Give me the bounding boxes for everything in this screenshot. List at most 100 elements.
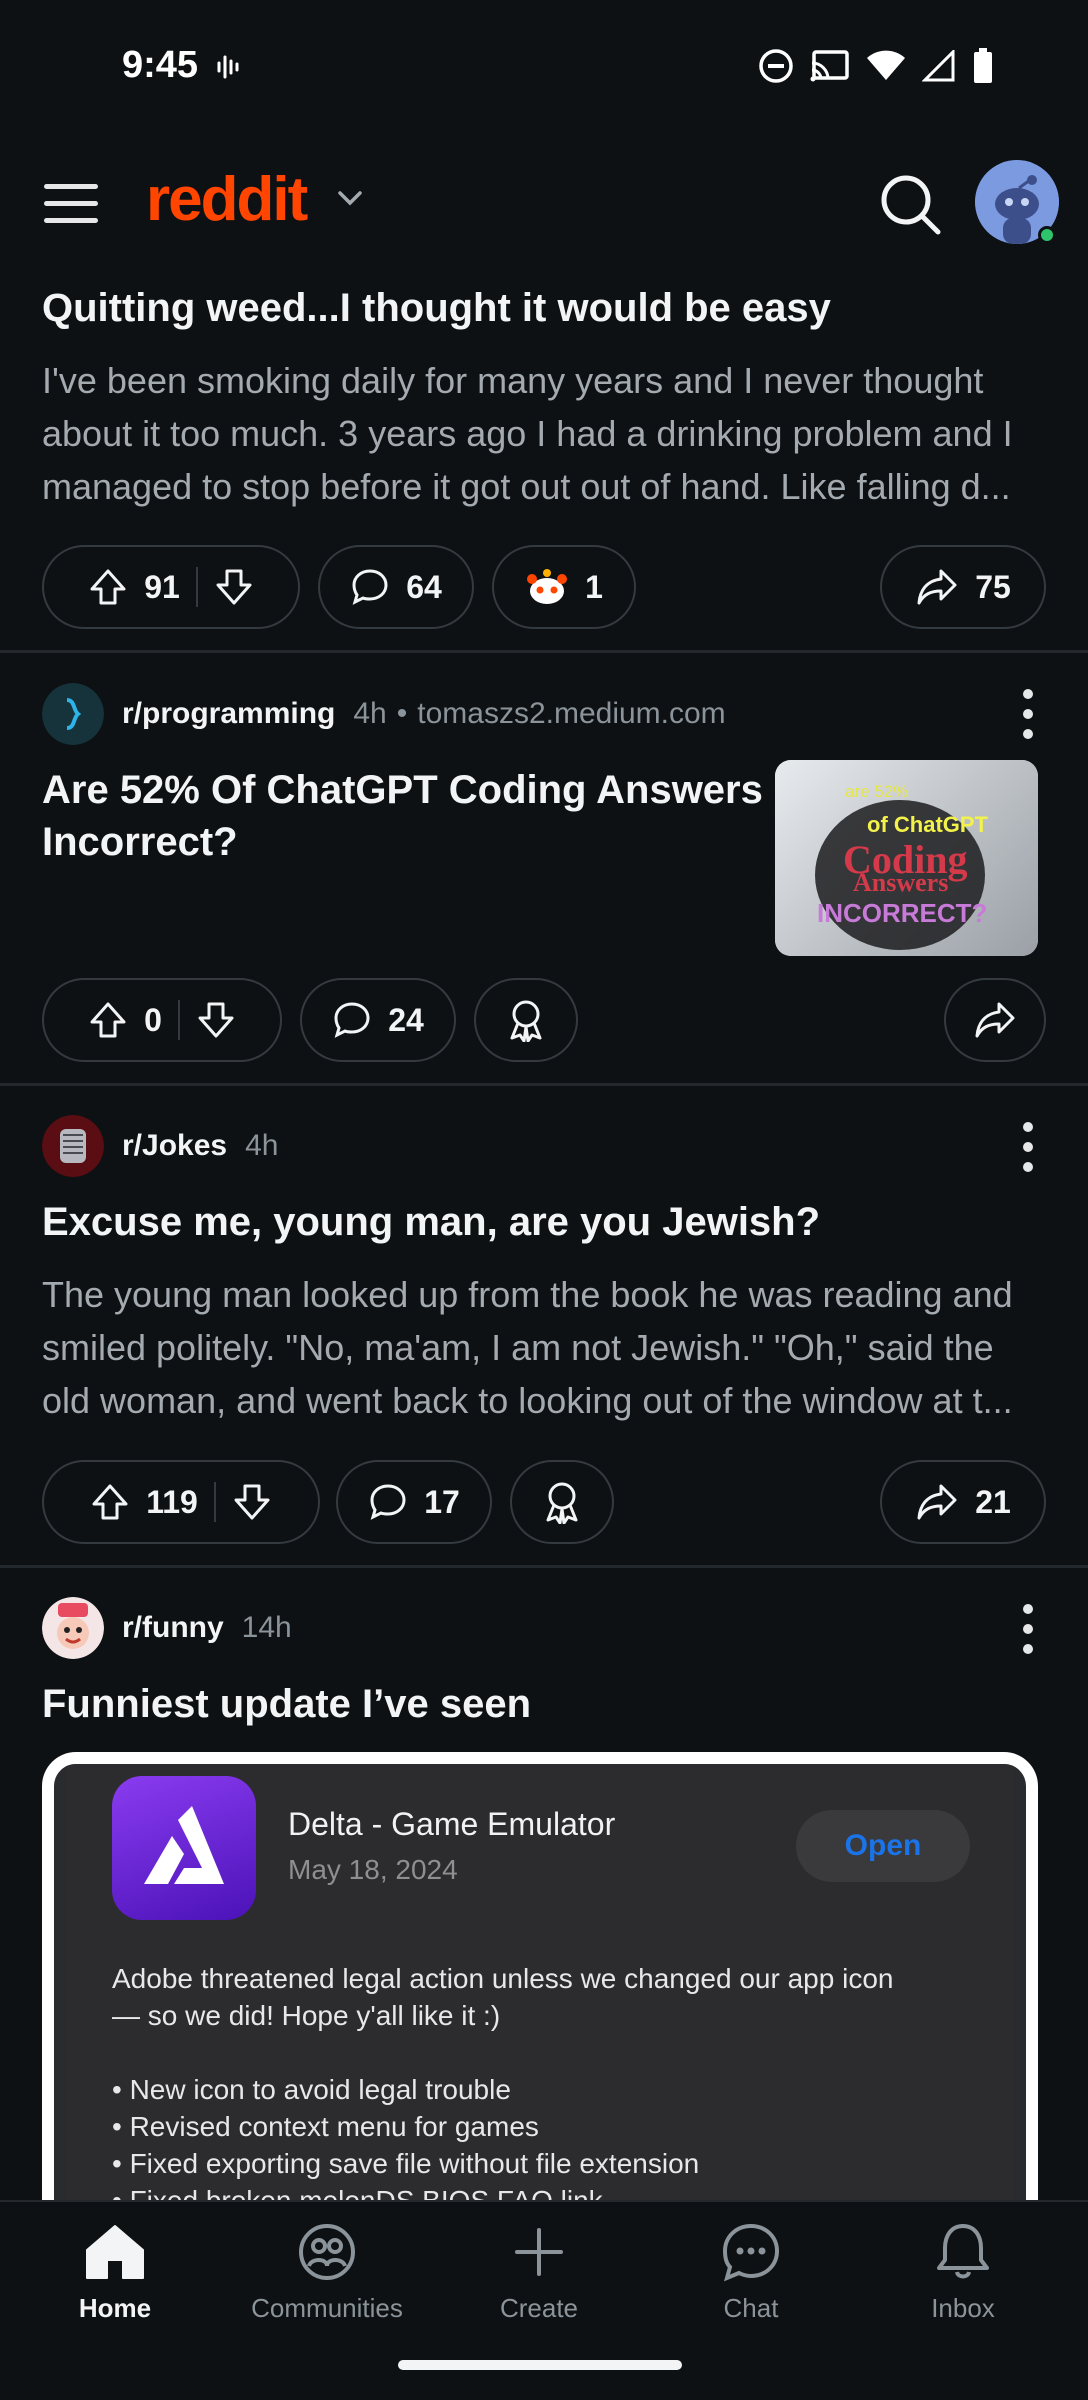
post-body-line: I've been smoking daily for many years a… [42, 360, 984, 401]
post-thumbnail[interactable]: are 52% of ChatGPT Coding Answers INCORR… [775, 760, 1038, 956]
more-options-icon[interactable] [1020, 1604, 1036, 1654]
update-bullet: • Fixed exporting save file without file… [112, 2148, 700, 2179]
status-time: 9:45 [122, 44, 199, 86]
status-bar: 9:45 [0, 0, 1088, 130]
award-count: 1 [585, 568, 603, 605]
chevron-down-icon[interactable] [336, 184, 364, 212]
nav-inbox[interactable]: Inbox [868, 2222, 1058, 2324]
app-name: Delta - Game Emulator [288, 1806, 616, 1842]
programming-subreddit-icon [42, 683, 104, 745]
post-meta: r/programming 4h • tomaszs2.medium.com [42, 682, 726, 746]
upvote-icon[interactable] [90, 1482, 130, 1522]
post-divider [0, 650, 1088, 653]
share-icon [917, 569, 957, 605]
downvote-icon[interactable] [232, 1482, 272, 1522]
post-body-line: managed to stop before it got out out of… [42, 466, 1011, 507]
post-body-line: The young man looked up from the book he… [42, 1274, 1013, 1315]
update-notes-line: Adobe threatened legal action unless we … [112, 1963, 894, 1994]
post-body[interactable]: The young man looked up from the book he… [42, 1268, 1042, 1427]
downvote-icon[interactable] [214, 567, 254, 607]
comment-count: 17 [424, 1483, 460, 1520]
share-button[interactable]: 75 [880, 545, 1046, 629]
share-icon [975, 1002, 1015, 1038]
subreddit-icon[interactable] [42, 1115, 104, 1177]
post-time: 4h [245, 1129, 279, 1162]
app-header: reddit [0, 150, 1088, 260]
nav-label: Inbox [931, 2293, 995, 2323]
chat-icon [722, 2223, 780, 2282]
upvote-count: 91 [144, 568, 180, 605]
post-actions: 119 17 21 [42, 1460, 1046, 1544]
search-icon[interactable] [876, 170, 946, 240]
nav-label: Home [78, 2293, 152, 2323]
subreddit-name[interactable]: r/programming [122, 697, 335, 731]
update-bullet: • New icon to avoid legal trouble [112, 2074, 511, 2105]
thumb-text-line: of ChatGPT [867, 812, 988, 837]
award-button[interactable] [510, 1460, 614, 1544]
thumb-text-line: INCORRECT? [817, 898, 988, 928]
comment-icon [334, 1002, 370, 1038]
award-icon [546, 1482, 578, 1524]
comments-button[interactable]: 24 [300, 978, 456, 1062]
meta-separator: • [396, 697, 408, 730]
post-actions: 0 24 [42, 978, 1046, 1062]
open-button[interactable]: Open [796, 1810, 970, 1882]
upvote-icon[interactable] [88, 567, 128, 607]
award-button[interactable] [474, 978, 578, 1062]
update-notes: Adobe threatened legal action unless we … [112, 1960, 992, 2219]
downvote-icon[interactable] [196, 1000, 236, 1040]
more-options-icon[interactable] [1020, 689, 1036, 739]
communities-icon [299, 2224, 355, 2280]
post-body-line: old woman, and went back to looking out … [42, 1380, 1013, 1421]
update-bullet: • Revised context menu for games [112, 2111, 539, 2142]
bell-icon [937, 2224, 989, 2279]
voice-activity-icon [217, 55, 239, 79]
battery-icon [974, 48, 992, 83]
share-button[interactable] [944, 978, 1046, 1062]
post-body[interactable]: I've been smoking daily for many years a… [42, 354, 1042, 513]
reddit-logo[interactable]: reddit [146, 164, 308, 235]
comments-button[interactable]: 64 [318, 545, 474, 629]
nav-label: Communities [251, 2293, 403, 2323]
home-indicator[interactable] [398, 2360, 682, 2370]
award-snoo-icon [527, 569, 568, 604]
home-icon [86, 2225, 144, 2279]
nav-create[interactable]: Create [444, 2222, 634, 2324]
thumb-text-line: are 52% [845, 782, 909, 801]
nav-home[interactable]: Home [20, 2222, 210, 2324]
post-actions: 91 64 1 75 [42, 545, 1046, 629]
vote-control: 119 [42, 1460, 320, 1544]
upvote-icon[interactable] [88, 1000, 128, 1040]
more-options-icon[interactable] [1020, 1122, 1036, 1172]
post-title[interactable]: Quitting weed...I thought it would be ea… [42, 282, 831, 334]
post-divider [0, 1083, 1088, 1086]
vote-control: 91 [42, 545, 300, 629]
subreddit-name[interactable]: r/funny [122, 1611, 224, 1645]
share-button[interactable]: 21 [880, 1460, 1046, 1544]
post-title[interactable]: Excuse me, young man, are you Jewish? [42, 1196, 820, 1248]
comments-button[interactable]: 17 [336, 1460, 492, 1544]
award-icon [510, 1000, 542, 1042]
post-title[interactable]: Funniest update I’ve seen [42, 1678, 531, 1730]
comment-icon [370, 1484, 406, 1520]
vote-control: 0 [42, 978, 282, 1062]
comment-icon [352, 569, 388, 605]
nav-chat[interactable]: Chat [656, 2222, 846, 2324]
cellular-signal-icon [922, 50, 955, 82]
funny-subreddit-icon [42, 1597, 104, 1659]
post-meta: r/Jokes 4h [42, 1114, 278, 1178]
post-title[interactable]: Are 52% Of ChatGPT Coding Answers Incorr… [42, 764, 782, 868]
post-time: 4h [353, 697, 387, 730]
subreddit-icon[interactable] [42, 1597, 104, 1659]
subreddit-icon[interactable] [42, 683, 104, 745]
nav-communities[interactable]: Communities [232, 2222, 422, 2324]
menu-icon[interactable] [44, 184, 98, 224]
subreddit-name[interactable]: r/Jokes [122, 1129, 227, 1163]
share-count: 75 [975, 568, 1011, 605]
award-button[interactable]: 1 [492, 545, 636, 629]
post-time: 14h [241, 1611, 292, 1644]
share-count: 21 [975, 1483, 1011, 1520]
upvote-count: 119 [146, 1483, 198, 1520]
post-domain[interactable]: tomaszs2.medium.com [417, 697, 725, 731]
comment-count: 24 [388, 1001, 424, 1038]
